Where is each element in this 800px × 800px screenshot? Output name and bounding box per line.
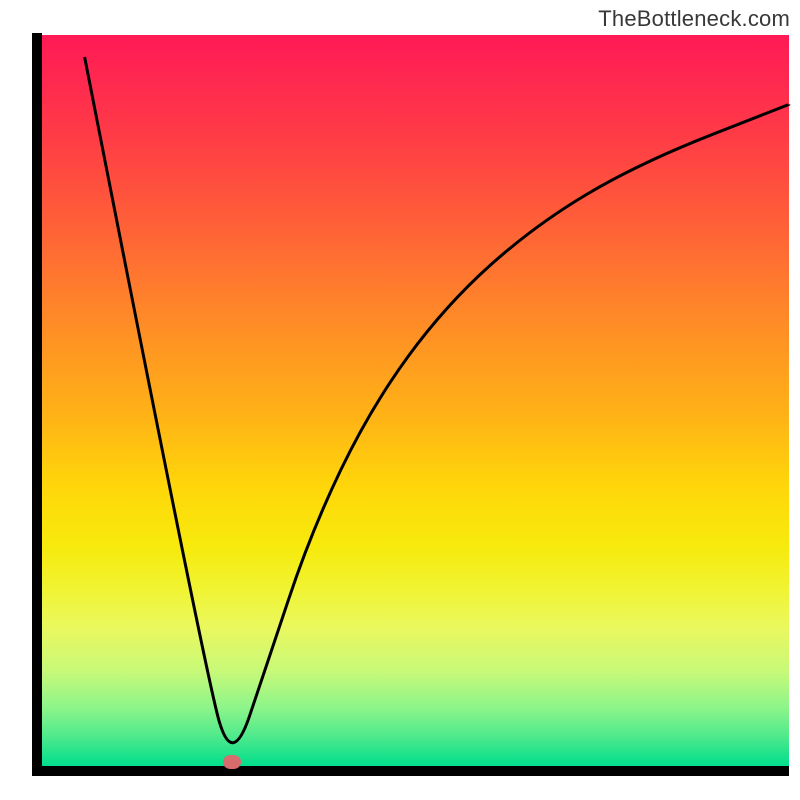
chart-container: TheBottleneck.com xyxy=(0,0,800,800)
minimum-marker-icon xyxy=(223,755,241,769)
chart-gradient-background xyxy=(42,35,789,766)
y-axis xyxy=(32,33,42,776)
watermark-label: TheBottleneck.com xyxy=(598,6,790,32)
x-axis xyxy=(32,766,789,776)
